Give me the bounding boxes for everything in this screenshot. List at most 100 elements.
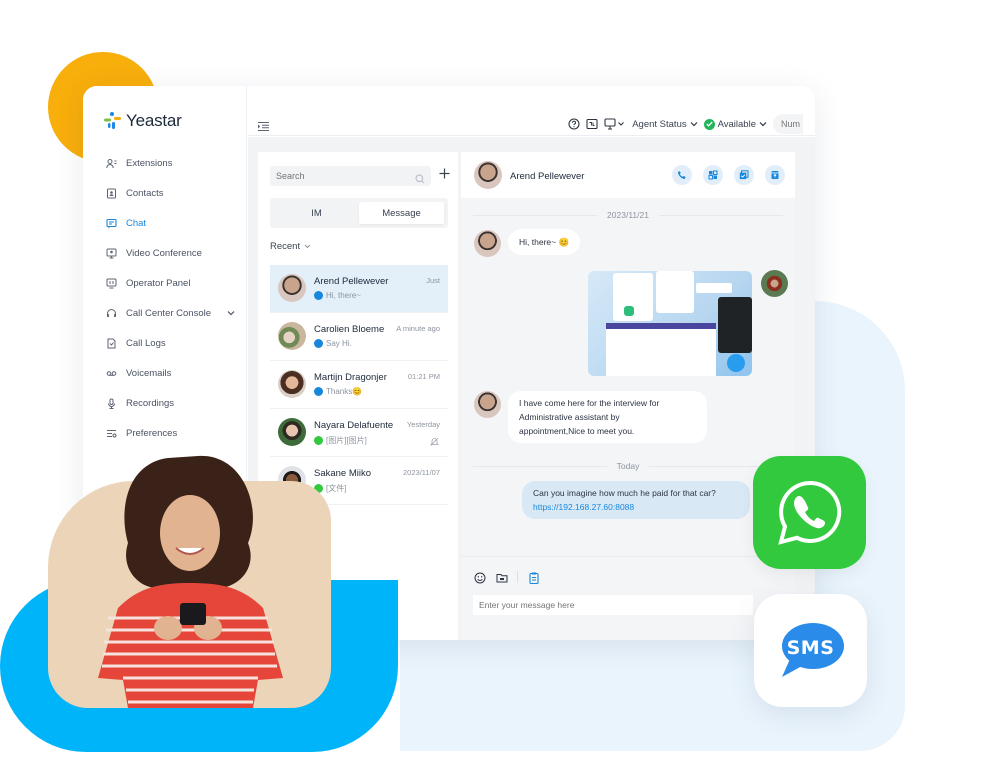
screenshot-image	[606, 271, 752, 376]
available-check-icon	[703, 118, 715, 130]
message-link[interactable]: https://192.168.27.60:8088	[533, 502, 634, 512]
screen-share-icon	[708, 170, 718, 180]
call-button[interactable]	[672, 165, 692, 185]
conversation-item[interactable]: Arend Pellewever Just Hi, there~	[270, 265, 448, 313]
search-icon[interactable]	[415, 171, 425, 189]
message-preview: Hi, there~	[314, 291, 361, 300]
sidebar-item-video-conference[interactable]: Video Conference	[83, 238, 247, 268]
sidebar-item-label: Chat	[126, 217, 147, 229]
sidebar-item-contacts[interactable]: Contacts	[83, 178, 247, 208]
help-icon[interactable]	[568, 118, 580, 130]
availability-label: Available	[717, 118, 756, 130]
sidebar-item-chat[interactable]: Chat	[83, 208, 247, 238]
mute-icon[interactable]	[430, 437, 439, 448]
avatar	[474, 161, 502, 189]
sidebar-item-call-logs[interactable]: Call Logs	[83, 328, 247, 358]
conversation-item[interactable]: Carolien Bloeme A minute ago Say Hi.	[270, 313, 448, 361]
sidebar-item-call-center-console[interactable]: Call Center Console	[83, 298, 247, 328]
contact-name: Nayara Delafuente	[314, 420, 394, 431]
recent-filter-dropdown[interactable]: Recent	[270, 241, 311, 252]
preferences-icon	[106, 428, 117, 439]
archive-button[interactable]	[765, 165, 785, 185]
number-input[interactable]	[773, 114, 803, 134]
sidebar-item-label: Preferences	[126, 427, 178, 439]
sidebar-item-label: Call Logs	[126, 337, 166, 349]
chat-panel: Arend Pellewever 2023/11/21 Hi, there~ 😊	[461, 152, 795, 640]
incoming-message: Hi, there~ 😊	[508, 229, 581, 255]
sidebar-item-label: Voicemails	[126, 367, 172, 379]
avatar	[278, 370, 306, 398]
whatsapp-icon	[777, 480, 841, 545]
phone-icon	[678, 171, 686, 179]
archive-icon	[771, 171, 779, 179]
chat-contact-name: Arend Pellewever	[510, 171, 585, 182]
avatar	[761, 270, 788, 297]
toolbar-divider	[517, 571, 518, 583]
incoming-message: I have come here for the interview for A…	[508, 391, 707, 443]
chevron-down-icon	[759, 122, 767, 127]
top-bar: Agent Status Available	[248, 86, 815, 136]
conversation-time: A minute ago	[396, 324, 440, 333]
users-icon	[106, 158, 117, 169]
conversation-time: 2023/11/07	[403, 468, 440, 477]
conversation-item[interactable]: Martijn Dragonjer 01:21 PM Thanks😊	[270, 361, 448, 409]
tab-im[interactable]: IM	[274, 202, 359, 224]
sidebar-item-label: Call Center Console	[126, 307, 212, 319]
yeastar-logo-icon	[104, 112, 121, 129]
message-input[interactable]	[473, 595, 753, 615]
sidebar-item-recordings[interactable]: Recordings	[83, 388, 247, 418]
avatar	[474, 391, 501, 418]
message-preview: Thanks😊	[314, 387, 362, 396]
im-channel-icon	[314, 387, 323, 396]
microphone-icon	[106, 398, 117, 409]
chat-header: Arend Pellewever	[461, 152, 795, 198]
sidebar-item-operator-panel[interactable]: Operator Panel	[83, 268, 247, 298]
voicemail-icon	[106, 368, 117, 379]
search-input[interactable]	[270, 166, 410, 186]
recent-filter-label: Recent	[270, 241, 301, 252]
contacts-icon	[106, 188, 117, 199]
chat-header-actions	[672, 165, 785, 185]
screen-share-button[interactable]	[703, 165, 723, 185]
avatar	[278, 418, 306, 446]
operator-panel-icon	[106, 278, 117, 289]
sms-badge: SMS	[754, 594, 867, 707]
whatsapp-channel-icon	[314, 436, 323, 445]
select-messages-button[interactable]	[734, 165, 754, 185]
composer	[461, 556, 795, 640]
chevron-down-icon[interactable]	[227, 308, 235, 319]
yeastar-logo[interactable]: Yeastar	[103, 111, 182, 131]
agent-status-dropdown[interactable]: Agent Status	[632, 118, 698, 130]
emoji-icon[interactable]	[474, 571, 486, 584]
monitor-icon[interactable]	[604, 118, 626, 130]
sidebar-item-label: Operator Panel	[126, 277, 191, 289]
sidebar-nav: Extensions Contacts Chat Video Conferenc…	[83, 148, 247, 448]
sidebar-item-label: Contacts	[126, 187, 164, 199]
chat-icon	[106, 218, 117, 229]
top-bar-actions: Agent Status Available	[568, 114, 803, 134]
video-conference-icon	[106, 248, 117, 259]
quick-reply-icon[interactable]	[528, 571, 540, 585]
collapse-sidebar-icon[interactable]	[258, 118, 269, 131]
woman-with-phone-photo	[98, 455, 283, 708]
file-icon[interactable]	[496, 571, 508, 583]
sidebar-item-extensions[interactable]: Extensions	[83, 148, 247, 178]
message-preview: Say Hi.	[314, 339, 352, 348]
call-logs-icon	[106, 338, 117, 349]
contact-name: Martijn Dragonjer	[314, 372, 387, 383]
contact-name: Arend Pellewever	[314, 276, 389, 287]
fullscreen-icon[interactable]	[586, 118, 598, 130]
brand-name: Yeastar	[126, 111, 182, 130]
im-channel-icon	[314, 339, 323, 348]
agent-status-label: Agent Status	[632, 118, 687, 130]
tab-message[interactable]: Message	[359, 202, 444, 224]
sidebar-item-label: Recordings	[126, 397, 175, 409]
sidebar-item-label: Extensions	[126, 157, 173, 169]
new-conversation-button[interactable]	[439, 166, 450, 184]
sidebar-item-voicemails[interactable]: Voicemails	[83, 358, 247, 388]
sidebar-item-label: Video Conference	[126, 247, 202, 259]
avatar	[474, 230, 501, 257]
image-message[interactable]	[588, 271, 752, 376]
availability-dropdown[interactable]: Available	[703, 118, 767, 130]
sidebar-item-preferences[interactable]: Preferences	[83, 418, 247, 448]
